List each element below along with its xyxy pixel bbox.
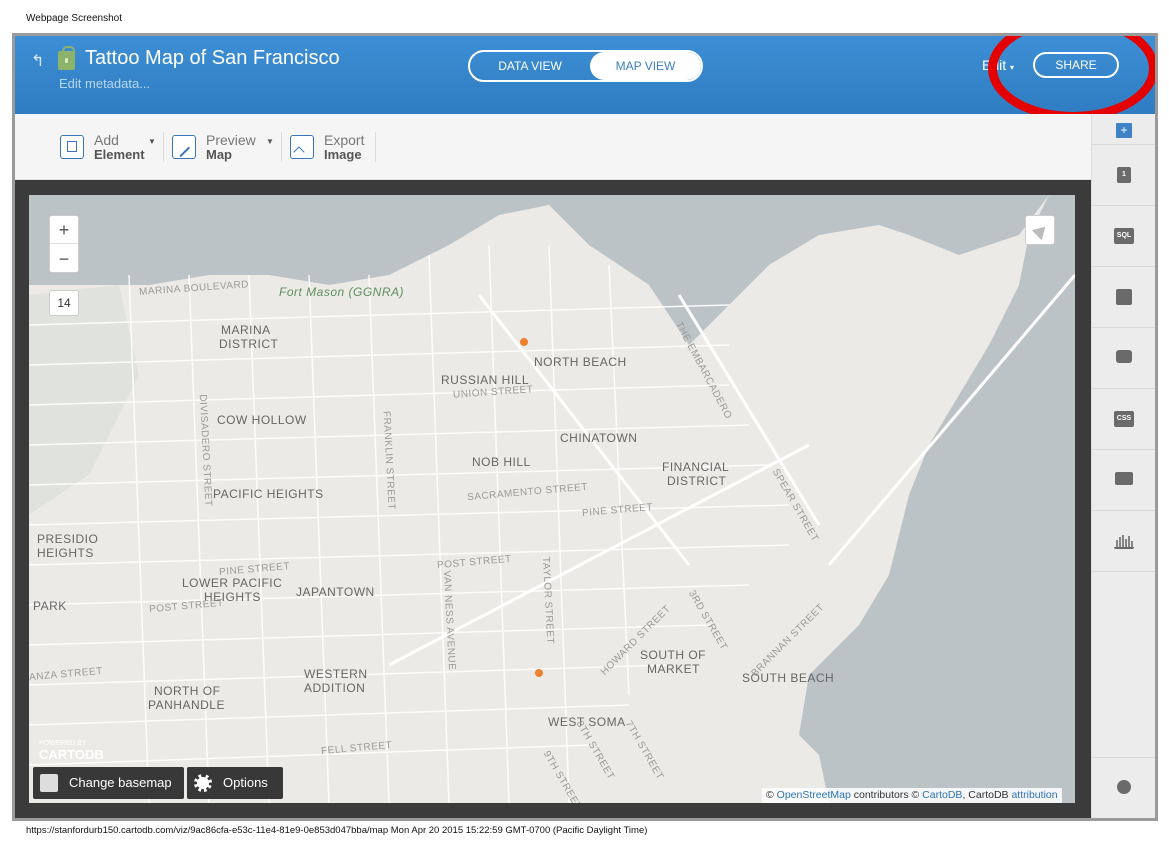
css-icon: CSS: [1114, 411, 1134, 427]
zoom-out-button[interactable]: −: [50, 245, 78, 273]
map-label: JAPANTOWN: [296, 585, 375, 599]
export-image-line1: Export: [324, 132, 365, 148]
logo-cartodb: CARTODB: [39, 747, 104, 762]
back-arrow-icon[interactable]: ↰: [31, 54, 49, 70]
red-circle-annotation: [988, 36, 1155, 121]
preview-map-button[interactable]: Preview Map ▼: [172, 132, 276, 168]
filters-icon: [1114, 533, 1134, 549]
sidebar-item-filters[interactable]: [1092, 510, 1155, 571]
preview-map-line2: Map: [206, 147, 232, 162]
openstreetmap-link[interactable]: OpenStreetMap: [777, 789, 851, 801]
attribution-text-2: , CartoDB: [962, 789, 1009, 801]
legend-icon: [1115, 472, 1133, 485]
gear-icon: [194, 774, 212, 792]
map-label: PANHANDLE: [148, 698, 225, 712]
map-label: MARKET: [647, 662, 701, 676]
add-element-icon: [60, 135, 84, 159]
chevron-down-icon: ▼: [266, 137, 274, 146]
lock-icon[interactable]: [58, 46, 75, 70]
map-label: FINANCIAL: [662, 460, 730, 474]
attribution-link[interactable]: attribution: [1011, 789, 1057, 801]
map-label: COW HOLLOW: [217, 413, 307, 427]
toolbar-divider: [163, 132, 164, 162]
sidebar-item-sql[interactable]: SQL: [1092, 205, 1155, 266]
cartodb-logo: POWERED BY CARTODB: [39, 735, 104, 762]
add-layer-icon: [1117, 780, 1131, 794]
map-label: DISTRICT: [667, 474, 727, 488]
navigation-arrow-icon: [1031, 221, 1051, 241]
map-title[interactable]: Tattoo Map of San Francisco: [85, 47, 340, 70]
sidebar-item-infowindow[interactable]: [1092, 327, 1155, 388]
right-sidebar: + 1 SQL CSS: [1091, 114, 1155, 818]
zoom-control: + −: [49, 215, 79, 273]
add-layer-plus-button[interactable]: +: [1116, 123, 1132, 138]
cartodb-link[interactable]: CartoDB: [922, 789, 962, 801]
map-label: PACIFIC HEIGHTS: [213, 487, 324, 501]
tattoo-point[interactable]: [520, 338, 528, 346]
caption-top: Webpage Screenshot: [26, 13, 122, 24]
sidebar-item-css[interactable]: CSS: [1092, 388, 1155, 449]
edit-metadata-link[interactable]: Edit metadata...: [59, 76, 150, 91]
map-label: CHINATOWN: [560, 431, 638, 445]
zoom-level-indicator: 14: [49, 290, 79, 316]
header-bar: ↰ Tattoo Map of San Francisco Edit metad…: [15, 36, 1155, 121]
map-label: PARK: [33, 599, 67, 613]
layer-number-icon: 1: [1117, 167, 1131, 183]
zoom-in-button[interactable]: +: [50, 216, 78, 244]
wizard-brush-icon: [1116, 289, 1132, 305]
map-label: HEIGHTS: [37, 546, 94, 560]
sidebar-item-add-layer[interactable]: [1092, 757, 1155, 818]
infowindow-icon: [1116, 350, 1132, 363]
map-label: NORTH BEACH: [534, 355, 627, 369]
add-element-button[interactable]: Add Element ▼: [60, 132, 156, 168]
map-attribution: © OpenStreetMap contributors © CartoDB, …: [762, 788, 1062, 803]
export-image-button[interactable]: Export Image: [290, 132, 370, 168]
sql-icon: SQL: [1114, 228, 1134, 244]
map-label: DISTRICT: [219, 337, 279, 351]
map-toolbar: Add Element ▼ Preview Map ▼ Export Image: [15, 114, 1091, 180]
tab-data-view[interactable]: DATA VIEW: [470, 52, 590, 80]
map-label: PRESIDIO: [37, 532, 99, 546]
app-window: ↰ Tattoo Map of San Francisco Edit metad…: [12, 33, 1158, 821]
toolbar-divider: [281, 132, 282, 162]
options-button[interactable]: Options: [187, 767, 283, 799]
attribution-copyright: ©: [766, 789, 774, 801]
sidebar-spacer: [1092, 571, 1155, 757]
map-label: NOB HILL: [472, 455, 531, 469]
map-label: SOUTH OF: [640, 648, 706, 662]
map-label: Fort Mason (GGNRA): [279, 285, 405, 299]
preview-map-icon: [172, 135, 196, 159]
map-label: NORTH OF: [154, 684, 221, 698]
map-label: LOWER PACIFIC: [182, 576, 283, 590]
caption-bottom: https://stanfordurb150.cartodb.com/viz/9…: [26, 825, 648, 836]
add-element-line2: Element: [94, 147, 145, 162]
locate-arrow-button[interactable]: [1025, 215, 1055, 245]
basemap-icon: [40, 774, 58, 792]
change-basemap-button[interactable]: Change basemap: [33, 767, 184, 799]
sidebar-item-wizard[interactable]: [1092, 266, 1155, 327]
export-image-line2: Image: [324, 147, 362, 162]
options-label: Options: [223, 775, 268, 790]
attribution-text: contributors ©: [853, 789, 920, 801]
map-label: WESTERN: [304, 667, 368, 681]
sidebar-item-legend[interactable]: [1092, 449, 1155, 510]
change-basemap-label: Change basemap: [69, 775, 172, 790]
toolbar-divider: [375, 132, 376, 162]
export-image-icon: [290, 135, 314, 159]
chevron-down-icon: ▼: [148, 137, 156, 146]
map-canvas[interactable]: + − 14 MARINA BOULEVARD Fort Mason (GGNR…: [29, 195, 1075, 803]
map-label: ADDITION: [304, 681, 366, 695]
logo-powered-by: POWERED BY: [39, 740, 87, 747]
tattoo-point[interactable]: [535, 669, 543, 677]
map-label: MARINA: [221, 323, 271, 337]
preview-map-line1: Preview: [206, 132, 256, 148]
tab-map-view[interactable]: MAP VIEW: [590, 52, 701, 80]
view-toggle: DATA VIEW MAP VIEW: [468, 50, 703, 82]
sidebar-item-layer[interactable]: 1: [1092, 144, 1155, 205]
add-element-line1: Add: [94, 132, 119, 148]
screenshot-frame: Webpage Screenshot ↰ Tattoo Map of San F…: [0, 0, 1169, 852]
